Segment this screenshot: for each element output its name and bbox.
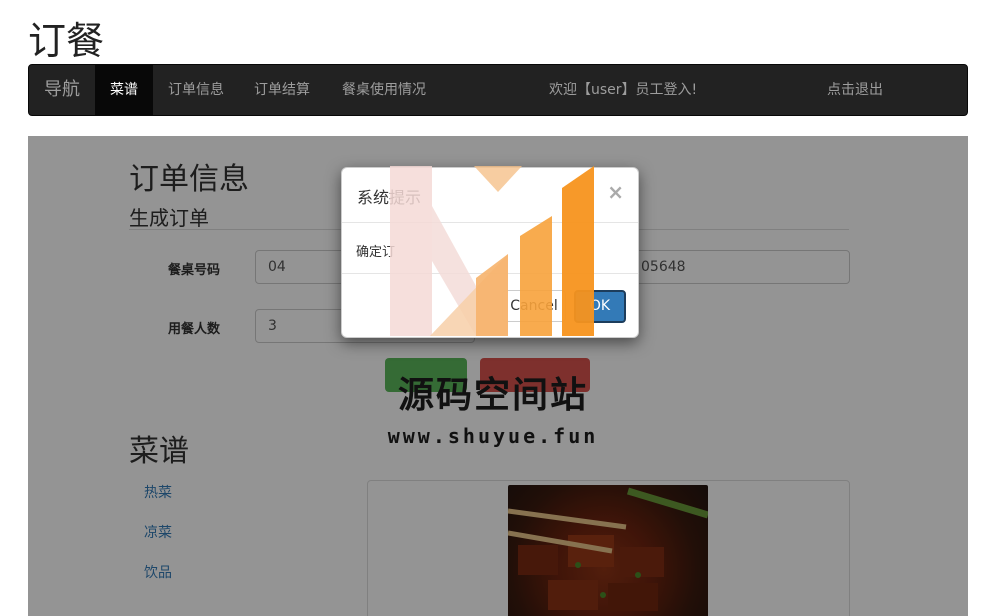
navbar-brand[interactable]: 导航 [29,65,95,115]
watermark-url: www.shuyue.fun [387,424,599,448]
nav-item-order-settle[interactable]: 订单结算 [239,65,325,115]
nav-item-order-info[interactable]: 订单信息 [153,65,239,115]
logout-link[interactable]: 点击退出 [827,65,883,115]
close-icon[interactable]: × [607,180,624,204]
nav-item-table-usage[interactable]: 餐桌使用情况 [325,65,443,115]
welcome-text: 欢迎【user】员工登入! [549,82,698,98]
navbar: 导航 菜谱 订单信息 订单结算 餐桌使用情况 欢迎【user】员工登入! 点击退… [28,64,968,116]
nav-item-menu[interactable]: 菜谱 [95,65,153,115]
app-title: 订餐 [28,19,105,63]
watermark-logo-icon [390,166,594,336]
watermark-text: 源码空间站 [397,375,588,416]
